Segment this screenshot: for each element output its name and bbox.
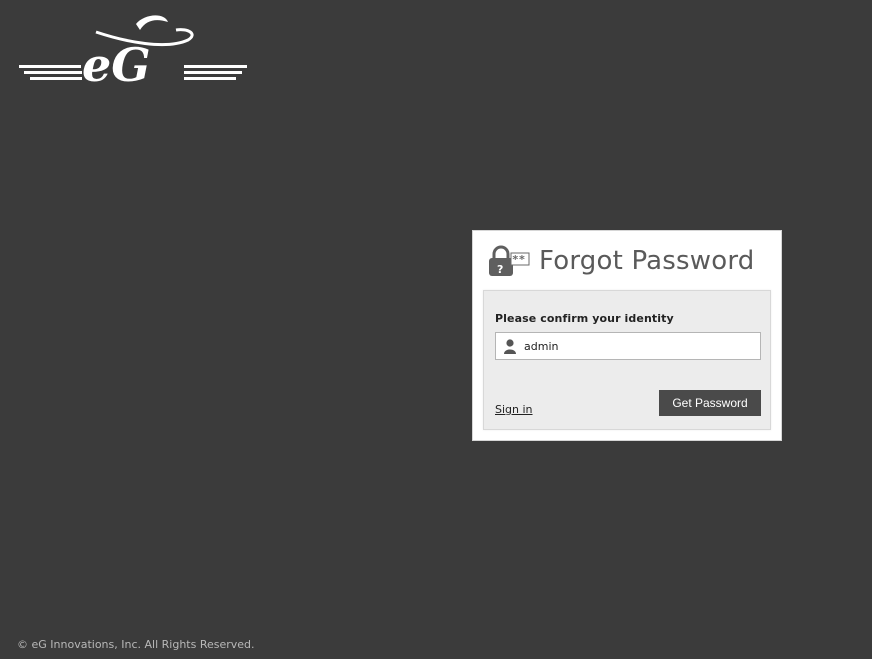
copyright-footer: © eG Innovations, Inc. All Rights Reserv… (17, 638, 255, 651)
identity-label: Please confirm your identity (495, 312, 674, 325)
user-icon (504, 339, 516, 354)
forgot-password-panel: ? ** Forgot Password Please confirm your… (472, 230, 782, 441)
username-input[interactable] (524, 334, 754, 358)
logo-text: eG (82, 38, 151, 86)
panel-header: ? ** Forgot Password (487, 243, 754, 279)
svg-text:**: ** (512, 253, 525, 266)
get-password-button[interactable]: Get Password (659, 390, 761, 416)
lock-password-icon: ? ** (489, 245, 530, 276)
identity-form: Please confirm your identity Sign in Get… (483, 290, 771, 430)
eg-logo-icon: eG (19, 15, 247, 92)
sign-in-link[interactable]: Sign in (495, 403, 533, 416)
page-title: Forgot Password (539, 246, 755, 276)
username-field[interactable] (495, 332, 761, 360)
svg-text:?: ? (497, 263, 503, 276)
eg-logo: eG (16, 10, 250, 92)
